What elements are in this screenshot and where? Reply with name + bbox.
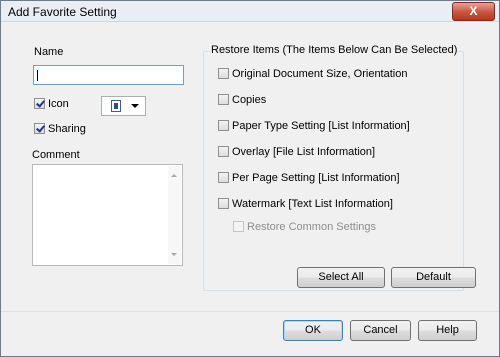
icon-dropdown[interactable] bbox=[101, 96, 146, 116]
overlay-checkbox[interactable] bbox=[218, 146, 229, 157]
name-label: Name bbox=[34, 46, 64, 58]
sharing-checkbox[interactable] bbox=[34, 123, 45, 134]
original-document-size-checkbox[interactable] bbox=[218, 68, 229, 79]
watermark-checkbox[interactable] bbox=[218, 198, 229, 209]
per-page-setting-label: Per Page Setting [List Information] bbox=[232, 172, 400, 184]
cancel-button[interactable]: Cancel bbox=[350, 320, 411, 341]
dialog-title: Add Favorite Setting bbox=[8, 5, 117, 19]
restore-items-title: Restore Items (The Items Below Can Be Se… bbox=[209, 44, 460, 56]
comment-label: Comment bbox=[32, 149, 80, 161]
icon-checkbox[interactable] bbox=[34, 98, 45, 109]
document-icon bbox=[111, 100, 121, 112]
icon-label: Icon bbox=[48, 98, 69, 110]
copies-label: Copies bbox=[232, 94, 267, 106]
select-all-button[interactable]: Select All bbox=[297, 267, 385, 288]
footer-divider bbox=[1, 311, 499, 312]
scroll-up-icon[interactable] bbox=[171, 174, 177, 177]
scroll-down-icon[interactable] bbox=[171, 253, 177, 256]
ok-button[interactable]: OK bbox=[283, 320, 343, 341]
overlay-label: Overlay [File List Information] bbox=[232, 146, 376, 158]
paper-type-checkbox[interactable] bbox=[218, 120, 229, 131]
per-page-setting-checkbox[interactable] bbox=[218, 172, 229, 183]
close-button[interactable]: X bbox=[452, 2, 495, 21]
paper-type-label: Paper Type Setting [List Information] bbox=[232, 120, 410, 132]
text-caret bbox=[37, 70, 38, 81]
restore-items-group bbox=[203, 51, 464, 291]
chevron-down-icon bbox=[131, 104, 139, 108]
name-input[interactable] bbox=[33, 65, 184, 85]
default-button[interactable]: Default bbox=[391, 267, 476, 288]
watermark-label: Watermark [Text List Information] bbox=[232, 198, 393, 210]
restore-common-settings-label: Restore Common Settings bbox=[247, 221, 376, 233]
comment-textarea[interactable] bbox=[32, 164, 183, 266]
add-favorite-setting-dialog: Add Favorite Setting X Name Icon Sharing… bbox=[0, 0, 500, 357]
original-document-size-label: Original Document Size, Orientation bbox=[232, 68, 408, 80]
restore-common-settings-checkbox[interactable] bbox=[233, 221, 244, 232]
sharing-label: Sharing bbox=[48, 123, 86, 135]
comment-scrollbar[interactable] bbox=[168, 166, 181, 264]
copies-checkbox[interactable] bbox=[218, 94, 229, 105]
title-bar: Add Favorite Setting X bbox=[1, 1, 499, 22]
help-button[interactable]: Help bbox=[418, 320, 477, 341]
